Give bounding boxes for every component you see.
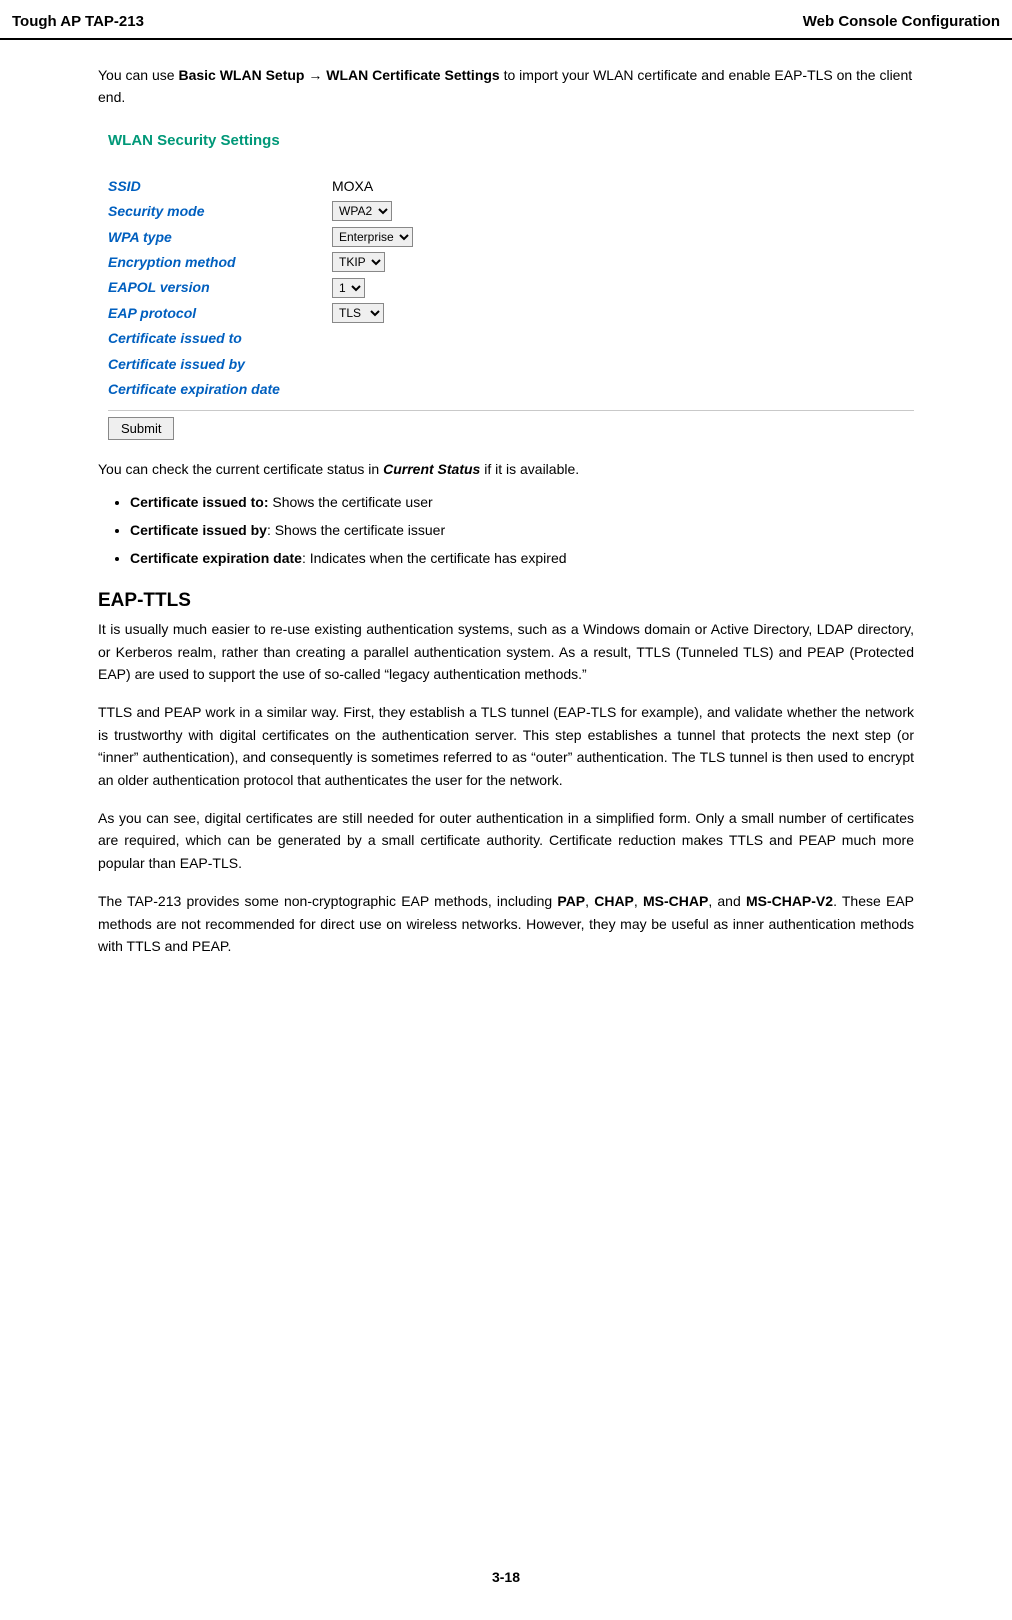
select-eap-protocol[interactable]: TLS: [332, 303, 384, 323]
label-security-mode: Security mode: [108, 200, 332, 222]
row-security-mode: Security mode WPA2: [108, 200, 914, 222]
select-eapol[interactable]: 1: [332, 278, 365, 298]
screenshot-title: WLAN Security Settings: [108, 129, 914, 153]
section-heading-eap-ttls: EAP-TTLS: [98, 586, 914, 616]
row-cert-exp: Certificate expiration date: [108, 378, 914, 400]
row-wpa-type: WPA type Enterprise: [108, 226, 914, 248]
row-cert-by: Certificate issued by: [108, 353, 914, 375]
list-item: Certificate issued to: Shows the certifi…: [130, 491, 914, 513]
row-eapol: EAPOL version 1: [108, 276, 914, 298]
wlan-security-screenshot: WLAN Security Settings SSID MOXA Securit…: [108, 129, 914, 441]
label-eapol: EAPOL version: [108, 276, 332, 298]
header-right: Web Console Configuration: [803, 10, 1000, 34]
label-cert-by: Certificate issued by: [108, 353, 332, 375]
intro-text: You can use Basic WLAN Setup → WLAN Cert…: [98, 64, 914, 109]
row-eap-protocol: EAP protocol TLS: [108, 302, 914, 324]
status-line: You can check the current certificate st…: [98, 458, 914, 480]
label-ssid: SSID: [108, 175, 332, 197]
select-wpa-type[interactable]: Enterprise: [332, 227, 413, 247]
list-item: Certificate expiration date: Indicates w…: [130, 547, 914, 569]
value-ssid: MOXA: [332, 175, 373, 197]
paragraph: The TAP-213 provides some non-cryptograp…: [98, 890, 914, 957]
page-header: Tough AP TAP-213 Web Console Configurati…: [0, 10, 1012, 40]
label-wpa-type: WPA type: [108, 226, 332, 248]
paragraph: TTLS and PEAP work in a similar way. Fir…: [98, 701, 914, 791]
row-cert-to: Certificate issued to: [108, 327, 914, 349]
row-ssid: SSID MOXA: [108, 175, 914, 197]
submit-button[interactable]: Submit: [108, 417, 174, 440]
select-encryption[interactable]: TKIP: [332, 252, 385, 272]
screenshot-divider: [108, 410, 914, 411]
select-security-mode[interactable]: WPA2: [332, 201, 392, 221]
label-eap-protocol: EAP protocol: [108, 302, 332, 324]
paragraph: As you can see, digital certificates are…: [98, 807, 914, 874]
page-footer: 3-18: [0, 1566, 1012, 1588]
row-encryption: Encryption method TKIP: [108, 251, 914, 273]
list-item: Certificate issued by: Shows the certifi…: [130, 519, 914, 541]
label-cert-exp: Certificate expiration date: [108, 378, 332, 400]
label-cert-to: Certificate issued to: [108, 327, 332, 349]
label-encryption: Encryption method: [108, 251, 332, 273]
header-left: Tough AP TAP-213: [12, 10, 144, 34]
cert-list: Certificate issued to: Shows the certifi…: [98, 491, 914, 570]
paragraph: It is usually much easier to re-use exis…: [98, 618, 914, 685]
